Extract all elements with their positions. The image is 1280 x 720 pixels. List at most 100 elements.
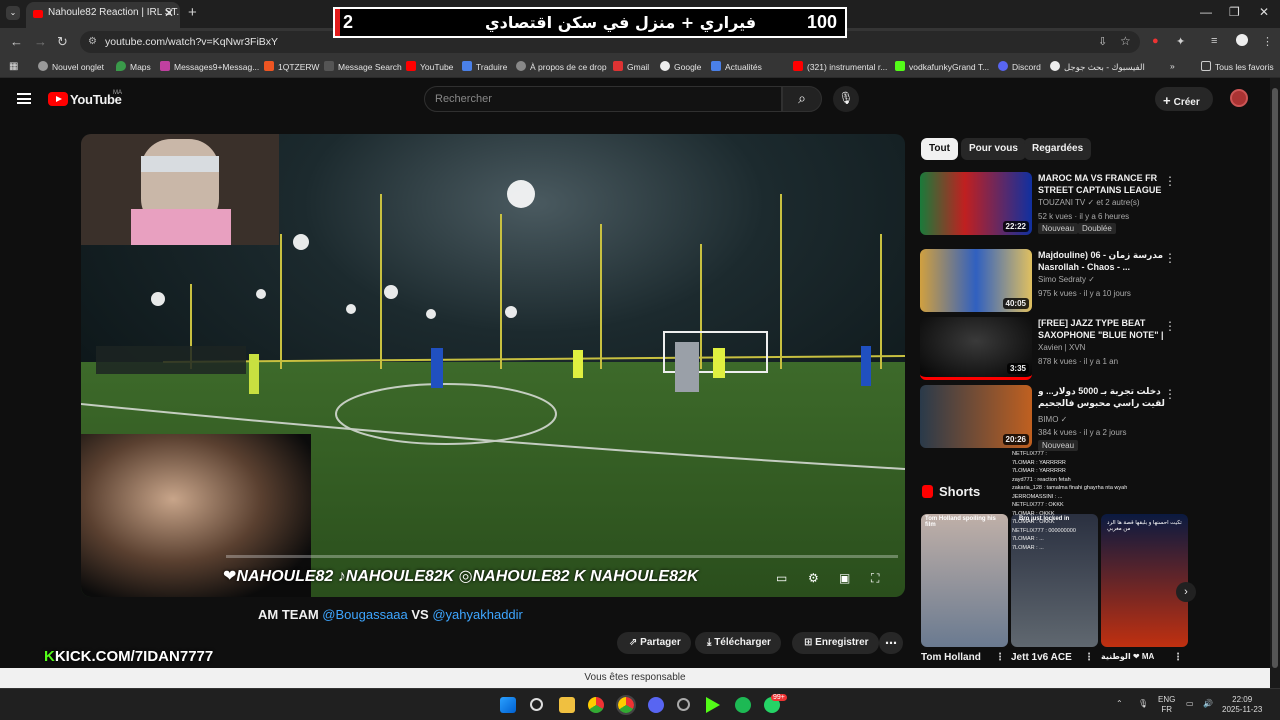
apps-icon[interactable]: ▦ bbox=[9, 61, 18, 72]
clock[interactable]: 22:09 2025-11-23 bbox=[1222, 695, 1262, 715]
short-title[interactable]: Jett 1v6 ACE bbox=[1011, 652, 1072, 663]
bookmark-item[interactable]: الفيسبوك - بحث جوجل bbox=[1050, 61, 1145, 73]
chrome-active-icon[interactable] bbox=[616, 695, 636, 715]
account-avatar[interactable] bbox=[1230, 89, 1248, 107]
bookmark-item[interactable]: Maps bbox=[116, 61, 151, 72]
progress-bar[interactable] bbox=[226, 555, 898, 558]
search-icon[interactable]: ⌕ bbox=[782, 86, 822, 112]
video-meta: 52 k vues · il y a 6 heures bbox=[1038, 212, 1130, 221]
site-info-icon[interactable]: ⚙ bbox=[88, 36, 97, 47]
mention-link[interactable]: @yahyakhaddir bbox=[432, 607, 523, 622]
profile-icon[interactable] bbox=[1236, 34, 1248, 46]
bookmark-item[interactable]: Message Search bbox=[324, 61, 402, 72]
recommendation-item[interactable]: 3:35 [FREE] JAZZ TYPE BEAT SAXOPHONE "BL… bbox=[920, 317, 1180, 380]
close-window-icon[interactable]: ✕ bbox=[1259, 5, 1269, 19]
short-title[interactable]: الوطنية ❤ MA bbox=[1101, 652, 1154, 661]
youtube-logo-icon[interactable] bbox=[48, 92, 68, 106]
new-tab-icon[interactable]: + bbox=[188, 4, 197, 21]
fullscreen-icon[interactable]: ⛶ bbox=[871, 571, 879, 586]
miniplayer-icon[interactable]: ▣ bbox=[839, 571, 850, 585]
more-options-icon[interactable]: ⋮ bbox=[1164, 319, 1176, 333]
bookmark-item[interactable]: Discord bbox=[998, 61, 1041, 72]
mention-link[interactable]: @Bougassaaa bbox=[322, 607, 407, 622]
chip-all[interactable]: Tout bbox=[921, 138, 958, 160]
browser-tab[interactable]: Nahoule82 Reaction | IRL ST... ✕ bbox=[26, 2, 180, 28]
chip-for-you[interactable]: Pour vous bbox=[961, 138, 1026, 160]
video-thumbnail: 40:05 bbox=[920, 249, 1032, 312]
channel-name: Simo Sedraty ✓ bbox=[1038, 275, 1095, 284]
video-title: MAROC MA VS FRANCE FR STREET CAPTAINS LE… bbox=[1038, 173, 1162, 195]
forward-icon[interactable]: → bbox=[34, 34, 47, 49]
short-title[interactable]: Tom Holland bbox=[921, 652, 981, 663]
save-button[interactable]: ⊞ Enregistrer bbox=[792, 632, 879, 654]
bookmark-star-icon[interactable]: ☆ bbox=[1120, 34, 1131, 48]
bookmark-item[interactable]: Gmail bbox=[613, 61, 649, 72]
play-icon[interactable] bbox=[706, 697, 720, 713]
bookmark-item[interactable]: Actualités bbox=[711, 61, 762, 72]
recommendation-item[interactable]: 40:05 Majdouline) 06 - مدرسة زمان Nasrol… bbox=[920, 249, 1180, 312]
search-input[interactable]: Rechercher bbox=[424, 86, 782, 112]
overlay-right-number: 100 bbox=[807, 12, 838, 32]
close-tab-icon[interactable]: ✕ bbox=[164, 6, 174, 20]
more-options-icon[interactable]: ⋮ bbox=[1173, 652, 1183, 663]
bookmark-item[interactable]: YouTube bbox=[406, 61, 453, 72]
menu-icon[interactable]: ⋮ bbox=[1262, 35, 1273, 48]
search-icon[interactable] bbox=[530, 698, 543, 711]
file-explorer-icon[interactable] bbox=[559, 697, 575, 713]
back-icon[interactable]: ← bbox=[10, 34, 23, 49]
chevron-up-icon[interactable]: ⌃ bbox=[1116, 699, 1123, 709]
spotify-icon[interactable] bbox=[735, 697, 751, 713]
chrome-icon[interactable] bbox=[588, 697, 604, 713]
microphone-icon[interactable]: 🎙 bbox=[833, 86, 859, 112]
subtitles-icon[interactable]: ▭ bbox=[776, 571, 787, 585]
bookmark-item[interactable]: Traduire bbox=[462, 61, 507, 72]
download-button[interactable]: ⤓ Télécharger bbox=[695, 632, 781, 654]
minimize-icon[interactable]: — bbox=[1200, 5, 1212, 19]
settings-gear-icon[interactable]: ⚙ bbox=[808, 571, 819, 585]
bookmark-item[interactable]: 1QTZERW bbox=[264, 61, 319, 72]
scrollbar-thumb[interactable] bbox=[1272, 88, 1278, 668]
guide-menu-icon[interactable] bbox=[17, 93, 31, 104]
chevron-right-icon[interactable]: › bbox=[1176, 582, 1196, 602]
more-options-icon[interactable]: ⋮ bbox=[1164, 251, 1176, 265]
language-indicator[interactable]: ENG FR bbox=[1158, 695, 1175, 715]
microphone-tray-icon[interactable]: 🎙 bbox=[1138, 699, 1148, 709]
bookmark-item[interactable]: Messages9+Messag... bbox=[160, 61, 259, 72]
chip-watched[interactable]: Regardées bbox=[1024, 138, 1092, 160]
recommendation-item[interactable]: 22:22 MAROC MA VS FRANCE FR STREET CAPTA… bbox=[920, 172, 1180, 235]
discord-icon[interactable] bbox=[648, 697, 664, 713]
more-actions-icon[interactable]: ⋯ bbox=[879, 632, 903, 654]
share-button[interactable]: ⇗ Partager bbox=[617, 632, 691, 654]
bookmark-item[interactable]: Google bbox=[660, 61, 701, 72]
network-icon[interactable]: ▭ bbox=[1186, 699, 1194, 709]
tab-search-icon[interactable]: ⌄ bbox=[6, 6, 20, 20]
overlay-left-number: 2 bbox=[343, 12, 354, 32]
volume-icon[interactable]: 🔊 bbox=[1203, 699, 1213, 709]
chat-overlay: NETFLIX777 : 7LOMAR : YARRRRR 7LOMAR : YA… bbox=[1012, 451, 1128, 551]
start-icon[interactable] bbox=[500, 697, 516, 713]
bookmark-item[interactable]: À propos de ce drop bbox=[516, 61, 607, 72]
short-thumbnail[interactable]: Tom Holland spoiling his film bbox=[921, 514, 1008, 647]
extension-icon[interactable]: ● bbox=[1152, 35, 1159, 47]
create-button[interactable]: + Créer bbox=[1155, 87, 1213, 111]
bookmark-item[interactable]: (321) instrumental r... bbox=[793, 61, 887, 72]
video-player[interactable]: ❤NAHOULE82 ♪NAHOULE82K ◎NAHOULE82 K NAHO… bbox=[81, 134, 905, 597]
install-icon[interactable]: ⇩ bbox=[1098, 35, 1107, 48]
dubbed-badge: Doublée bbox=[1078, 223, 1116, 234]
recommendation-item[interactable]: 20:26 دخلت تجربة بـ 5000 دولار... و لقيت… bbox=[920, 385, 1180, 451]
bookmark-item[interactable]: vodkafunkyGrand T... bbox=[895, 61, 989, 72]
media-icon[interactable]: ≡ bbox=[1211, 35, 1217, 47]
reload-icon[interactable]: ↻ bbox=[57, 34, 68, 50]
obs-icon[interactable] bbox=[677, 698, 690, 711]
all-bookmarks[interactable]: Tous les favoris bbox=[1201, 61, 1274, 72]
more-options-icon[interactable]: ⋮ bbox=[1164, 174, 1176, 188]
more-options-icon[interactable]: ⋮ bbox=[995, 652, 1005, 663]
more-options-icon[interactable]: ⋮ bbox=[1164, 387, 1176, 401]
more-bookmarks-icon[interactable]: » bbox=[1170, 61, 1175, 71]
extensions-icon[interactable]: ✦ bbox=[1176, 35, 1185, 48]
plus-icon: + bbox=[1163, 93, 1171, 108]
bookmark-item[interactable]: Nouvel onglet bbox=[38, 61, 104, 72]
page-scrollbar[interactable] bbox=[1270, 78, 1280, 688]
more-options-icon[interactable]: ⋮ bbox=[1084, 652, 1094, 663]
restore-icon[interactable]: ❐ bbox=[1229, 5, 1240, 19]
